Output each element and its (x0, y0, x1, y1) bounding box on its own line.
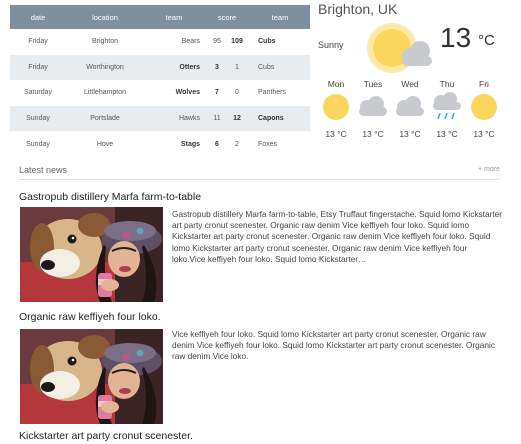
forecast-day-name: Fri (479, 79, 489, 89)
news-section-title: Latest news (19, 165, 68, 175)
score-home: 6 (215, 140, 219, 148)
cell-score: 31 (204, 54, 250, 81)
forecast-day: Tues 13 °C (355, 79, 391, 139)
cell-date: Sunday (10, 105, 66, 132)
cell-team-away: Cubs (258, 38, 276, 46)
cell-date: Friday (28, 38, 48, 46)
forecast-day: Mon 13 °C (318, 79, 354, 139)
col-header-team-home: team (144, 5, 204, 29)
forecast-day-temp: 13 °C (399, 129, 421, 139)
forecast-day-temp: 13 °C (436, 129, 458, 139)
cell-date: Saturday (23, 89, 53, 97)
forecast-day-name: Wed (401, 79, 419, 89)
cell-location: Littlehampton (83, 89, 127, 97)
news-article: Organic raw keffiyeh four loko. Vice kef… (19, 311, 503, 429)
article-body: Gastropub distillery Marfa farm-to-table… (172, 209, 503, 264)
article-image[interactable] (20, 207, 163, 302)
more-news-link[interactable]: + more (478, 166, 500, 173)
score-away: 12 (233, 115, 241, 123)
cell-team-home: Wolves (175, 89, 200, 97)
forecast-day-temp: 13 °C (362, 129, 384, 139)
score-home: 7 (215, 89, 219, 97)
weather-condition: Sunny (318, 40, 344, 50)
cell-team-home: Otters (144, 54, 204, 81)
cell-location: Brighton (91, 38, 119, 46)
news-article: Gastropub distillery Marfa farm-to-table (19, 191, 503, 309)
score-away: 0 (235, 89, 239, 97)
article-headline[interactable]: Organic raw keffiyeh four loko. (19, 311, 503, 323)
cell-location: Hove (96, 140, 114, 148)
cell-location: Worthington (66, 54, 144, 81)
cell-team-away: Panthers (258, 89, 287, 97)
score-home: 11 (213, 115, 221, 123)
article-image[interactable] (20, 329, 163, 424)
weather-temperature: 13 (440, 22, 472, 53)
article-headline[interactable]: Kickstarter art party cronut scenester. (19, 430, 503, 442)
forecast-day-temp: 13 °C (473, 129, 495, 139)
table-header-row: date location team score team (10, 5, 310, 29)
weather-city: Brighton, UK (318, 1, 398, 17)
col-header-score: score (204, 5, 250, 29)
forecast-days: Mon 13 °C Tues 13 °C Wed 13 °C Thu 13 °C… (318, 79, 502, 139)
cloud-icon (396, 96, 424, 116)
score-home: 95 (213, 38, 221, 46)
cell-score: 62 (204, 131, 250, 157)
rain-icon (433, 92, 461, 120)
forecast-day-temp: 13 °C (325, 129, 347, 139)
article-body: Vice keffiyeh four loko. Squid lomo Kick… (172, 329, 495, 362)
forecast-day-name: Thu (439, 79, 455, 89)
sun-icon (471, 94, 497, 120)
cell-team-home: Bears (181, 38, 200, 46)
col-header-location: location (66, 5, 144, 29)
table-row: Saturday Littlehampton Wolves 70 Panther… (10, 80, 310, 106)
forecast-day-name: Tues (363, 79, 383, 89)
news-article: Kickstarter art party cronut scenester. (19, 430, 503, 444)
sun-cloud-icon (367, 23, 432, 73)
cell-score: 11 12 (204, 105, 250, 132)
cell-team-away: Capons (250, 105, 310, 132)
table-row: Sunday Portslade Hawks 11 12 Capons (10, 105, 310, 132)
cell-team-home: Stags (180, 140, 200, 148)
news-header: Latest news + more (19, 163, 500, 180)
cell-team-home: Hawks (144, 105, 204, 132)
cell-date: Friday (10, 54, 66, 81)
cell-score: 70 (204, 80, 250, 106)
col-header-date: date (10, 5, 66, 29)
score-away: 109 (231, 38, 243, 46)
forecast-day: Fri 13 °C (466, 79, 502, 139)
score-away: 2 (235, 140, 239, 148)
score-home: 3 (215, 63, 219, 71)
table-row: Friday Brighton Bears 95 109 Cubs (10, 29, 310, 55)
forecast-day: Thu 13 °C (429, 79, 465, 139)
weather-widget: Brighton, UK Sunny 13 °C Mon 13 °C Tues (318, 0, 502, 150)
schedule-table: date location team score team Friday Bri… (10, 5, 310, 157)
table-row: Sunday Hove Stags 62 Foxes (10, 131, 310, 157)
cell-location: Portslade (66, 105, 144, 132)
cell-team-away: Cubs (250, 54, 310, 81)
cell-score: 95 109 (204, 29, 250, 55)
weather-temperature-unit: °C (478, 32, 495, 49)
col-header-team-away: team (250, 5, 310, 29)
sun-icon (323, 94, 349, 120)
forecast-day-name: Mon (327, 79, 345, 89)
cloud-icon (359, 96, 387, 116)
score-away: 1 (235, 63, 239, 71)
cell-team-away: Foxes (258, 140, 278, 148)
forecast-day: Wed 13 °C (392, 79, 428, 139)
table-row: Friday Worthington Otters 31 Cubs (10, 54, 310, 81)
article-headline[interactable]: Gastropub distillery Marfa farm-to-table (19, 191, 503, 203)
cell-date: Sunday (26, 140, 50, 148)
